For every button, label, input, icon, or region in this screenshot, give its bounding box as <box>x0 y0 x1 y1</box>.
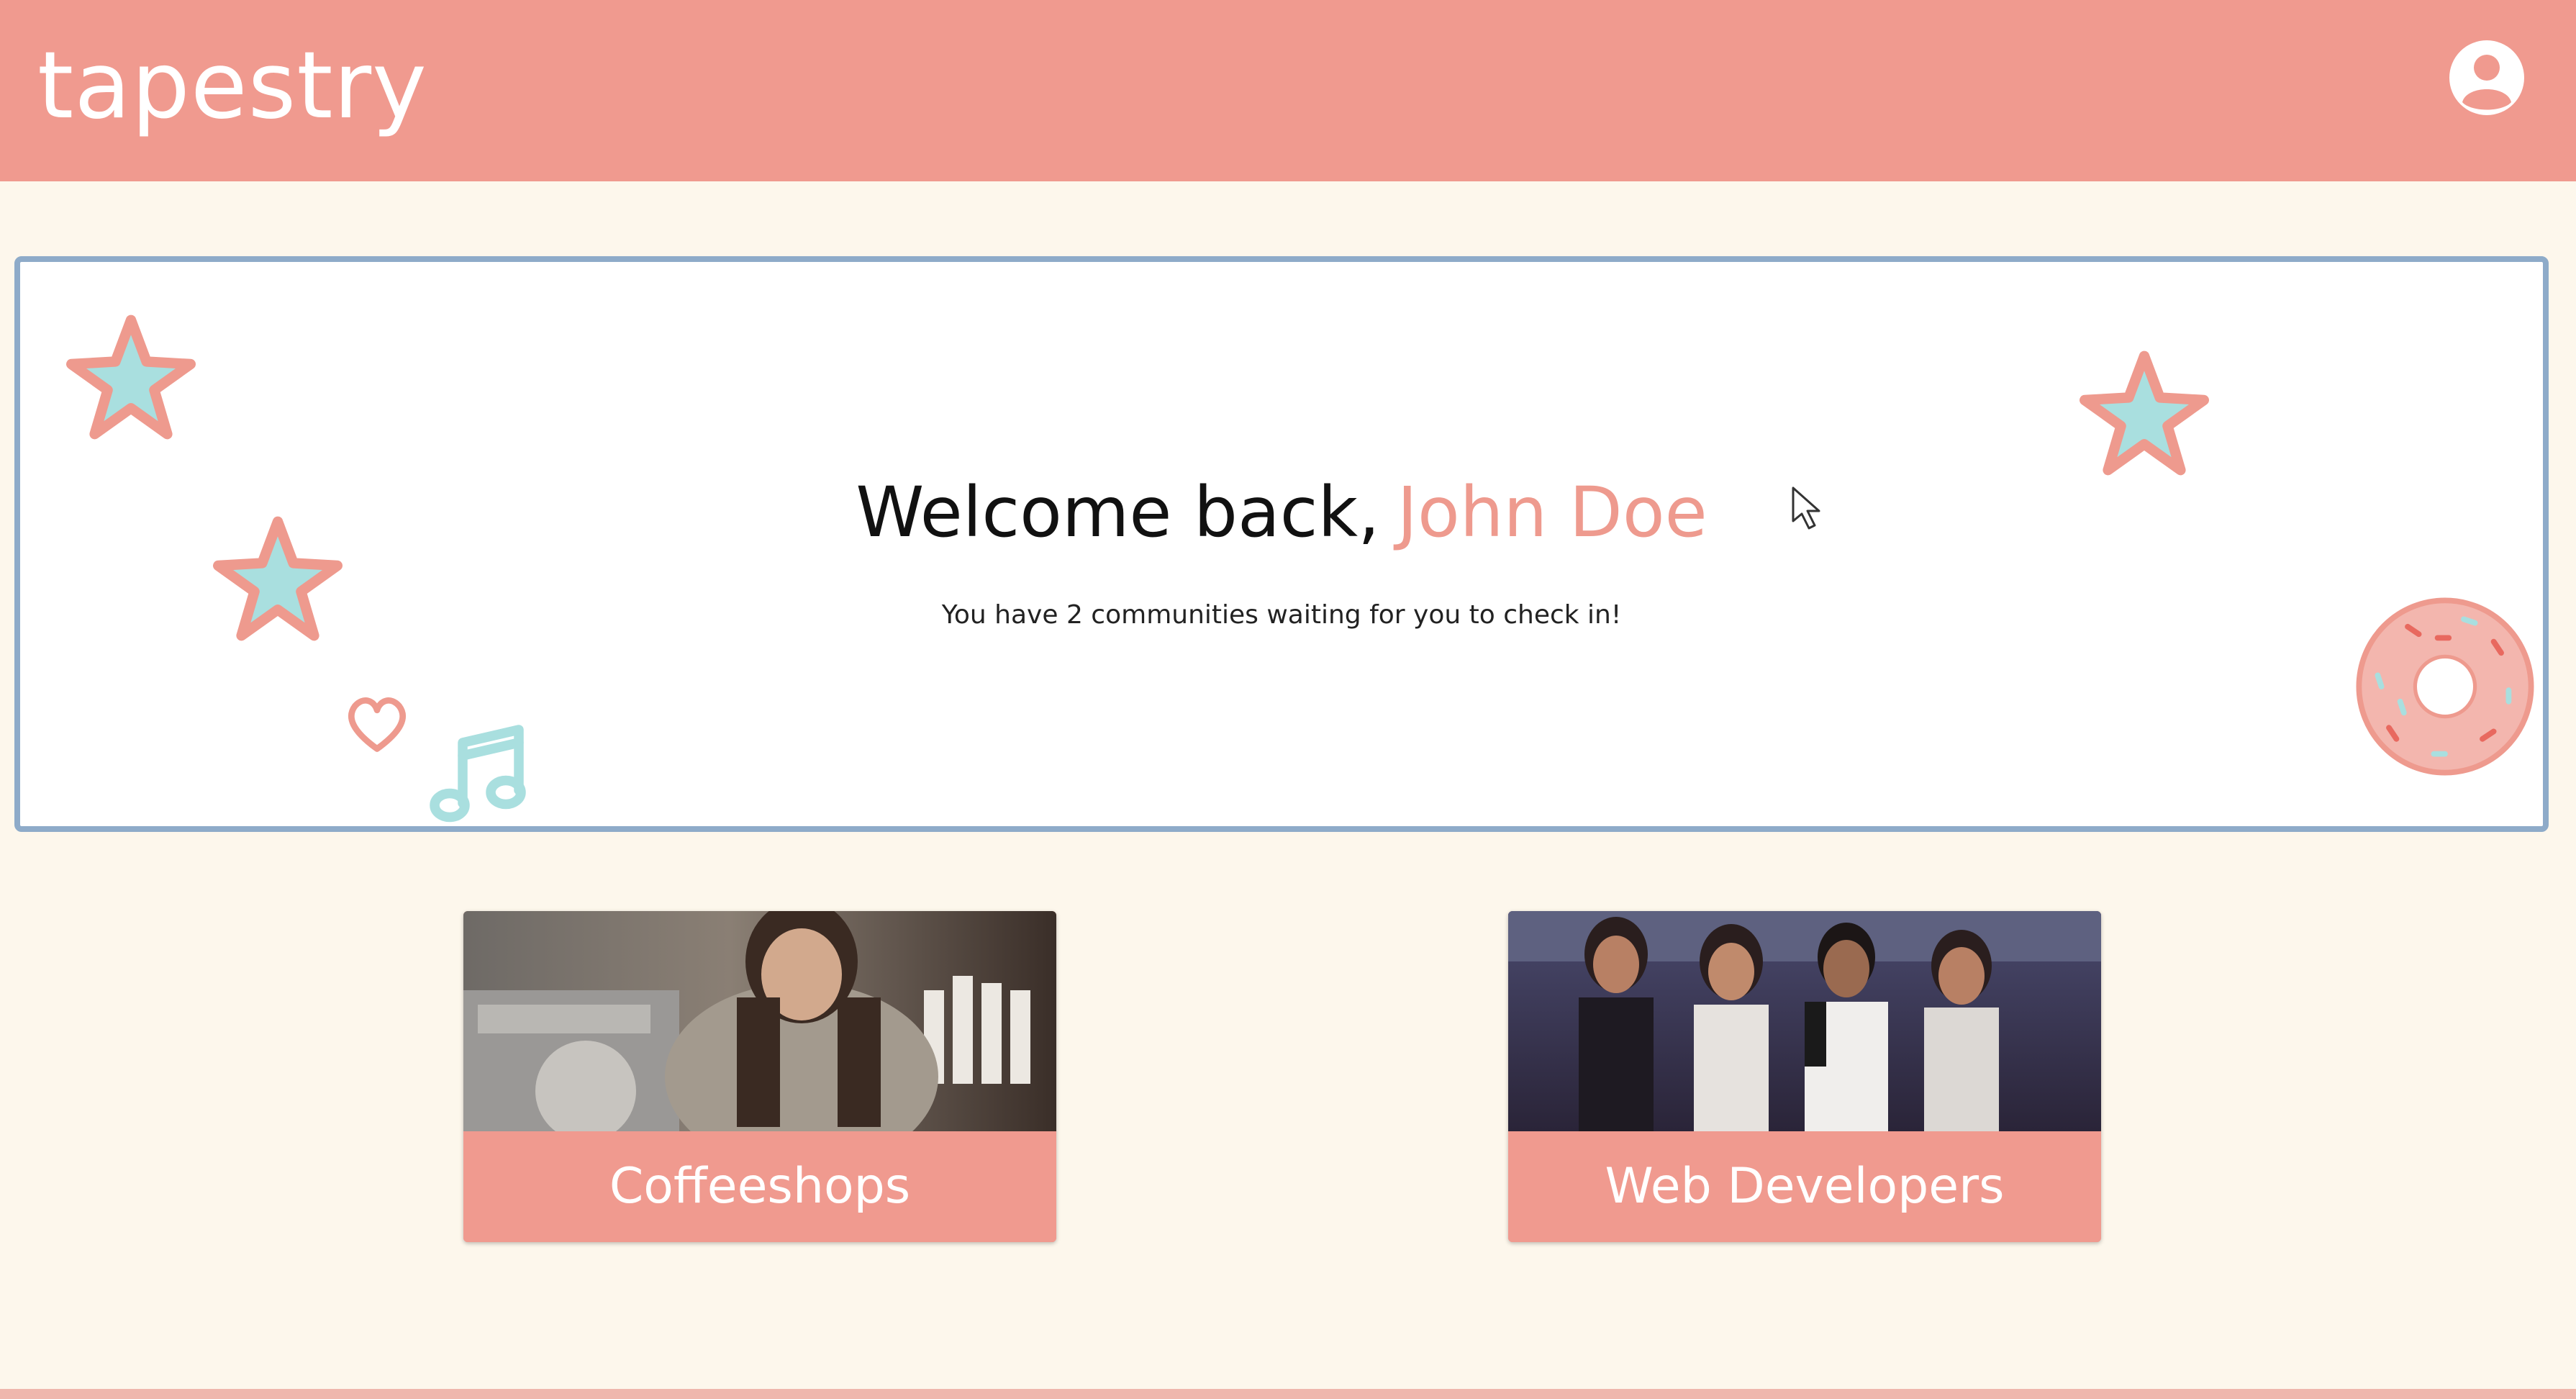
star-icon <box>66 314 196 440</box>
mouse-cursor-icon <box>1792 486 1820 530</box>
welcome-subtitle: You have 2 communities waiting for you t… <box>941 600 1622 630</box>
user-name: John Doe <box>1397 472 1707 553</box>
bottom-border <box>0 1389 2576 1399</box>
web-developers-image <box>1508 911 2101 1131</box>
welcome-greeting: Welcome back, <box>856 472 1380 553</box>
community-label: Web Developers <box>1508 1131 2101 1242</box>
coffeeshop-image <box>463 911 1056 1131</box>
community-label: Coffeeshops <box>463 1131 1056 1242</box>
app-logo[interactable]: tapestry <box>37 29 427 144</box>
community-card-web-developers[interactable]: Web Developers <box>1508 911 2101 1242</box>
welcome-panel: Welcome back, John Doe You have 2 communi… <box>14 256 2549 832</box>
top-header: tapestry <box>0 0 2576 181</box>
heart-icon <box>348 697 407 752</box>
user-profile-icon[interactable] <box>2446 37 2527 118</box>
music-note-icon <box>430 725 526 823</box>
welcome-heading: Welcome back, John Doe <box>20 469 2543 556</box>
star-icon <box>2080 350 2209 476</box>
community-card-coffeeshops[interactable]: Coffeeshops <box>463 911 1056 1242</box>
